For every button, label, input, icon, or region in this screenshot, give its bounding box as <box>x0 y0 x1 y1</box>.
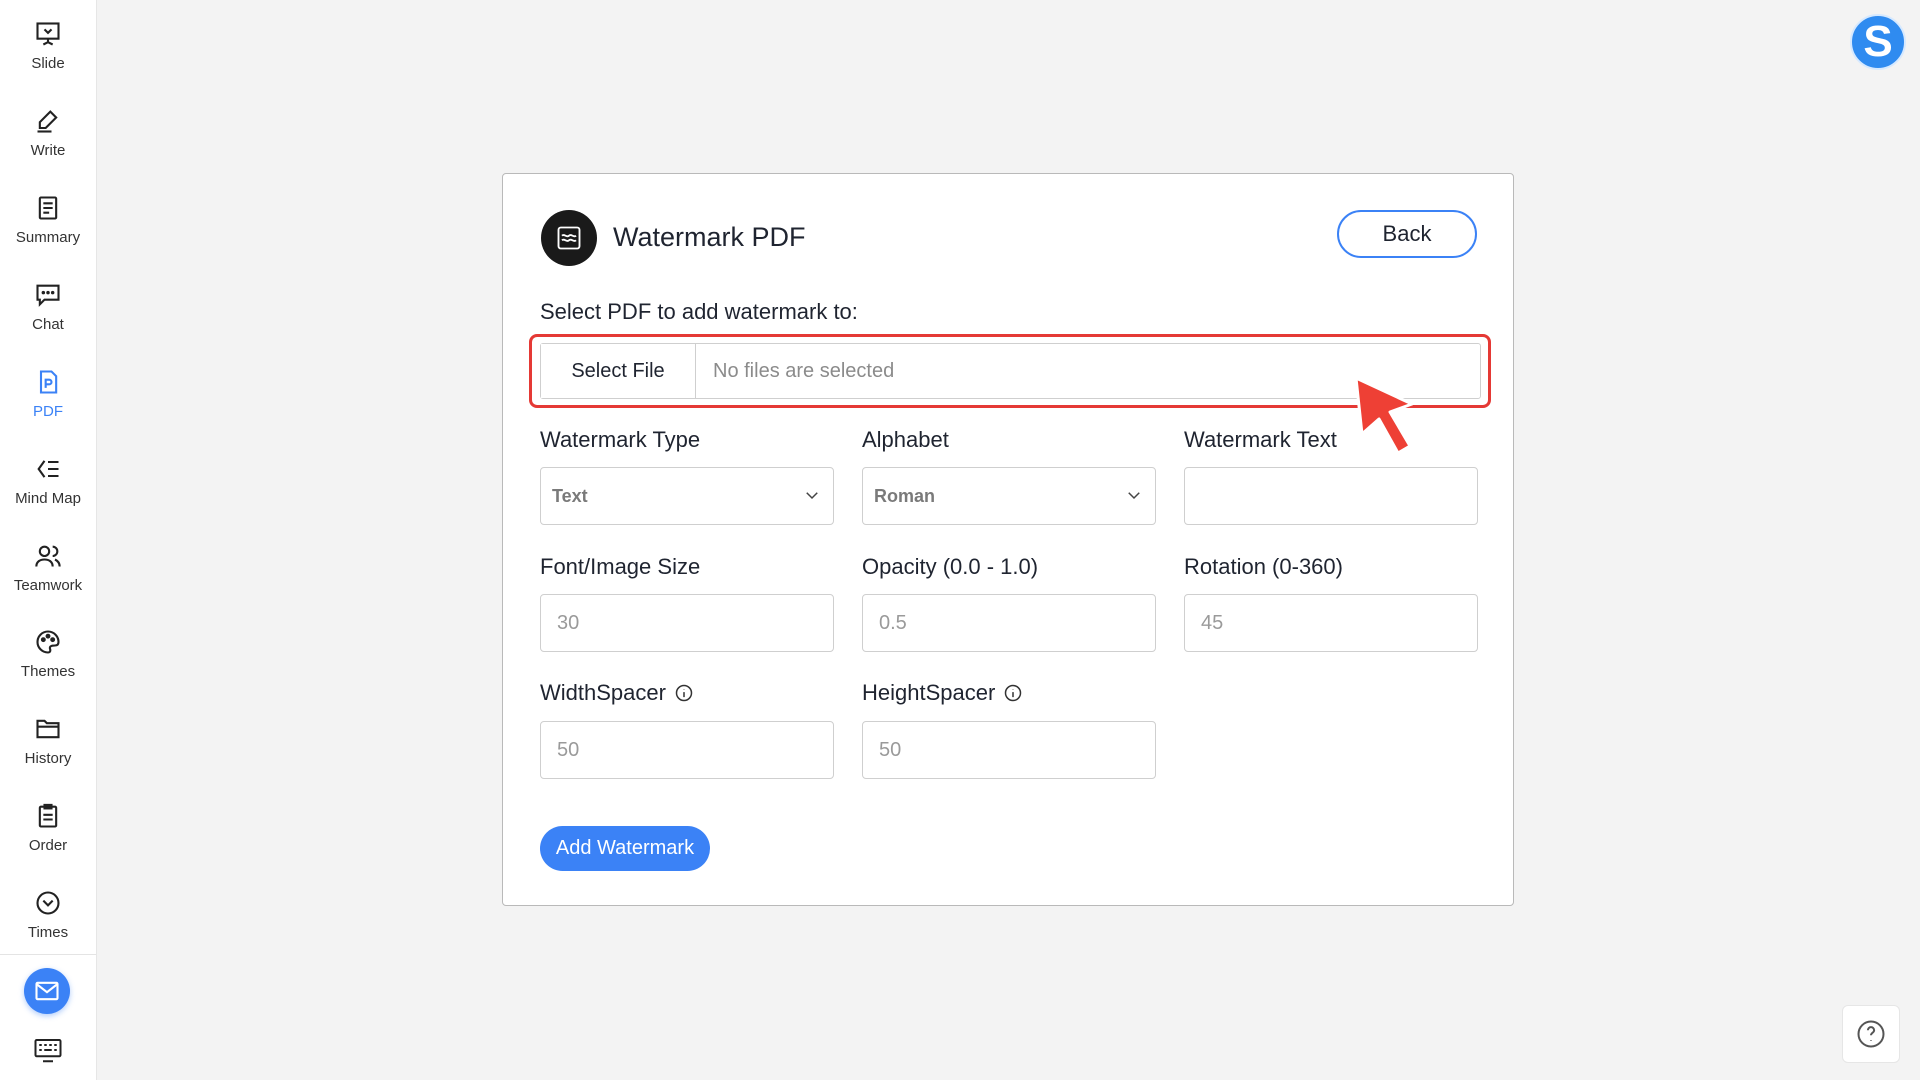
sidebar-item-label: Times <box>27 924 69 941</box>
sidebar-item-label: Order <box>28 837 68 854</box>
mindmap-icon <box>37 460 59 478</box>
width-spacer-label: WidthSpacer <box>540 680 694 706</box>
sidebar-item-pdf[interactable]: PDF <box>0 362 96 442</box>
document-icon <box>38 196 58 220</box>
chevron-down-icon <box>806 492 818 500</box>
sidebar-item-label: Chat <box>32 316 64 333</box>
team-icon <box>35 545 61 567</box>
alphabet-label: Alphabet <box>862 427 949 452</box>
user-avatar[interactable]: S <box>1850 14 1906 70</box>
watermark-type-label: Watermark Type <box>540 427 701 452</box>
height-spacer-label-text: HeightSpacer <box>862 680 996 705</box>
sidebar-item-label: Mind Map <box>15 490 81 507</box>
sidebar-item-label: History <box>24 750 72 767</box>
height-spacer-input[interactable]: 50 <box>862 721 1156 779</box>
sidebar-divider <box>0 954 96 955</box>
sidebar-item-label: Teamwork <box>13 577 83 594</box>
sidebar-item-chat[interactable]: Chat <box>0 275 96 355</box>
image-wave-icon <box>557 226 581 250</box>
sidebar: Slide Write Summary Chat PDF Mind Map Te… <box>0 0 97 1080</box>
watermark-card: Watermark PDF Back Select PDF to add wat… <box>502 173 1514 906</box>
keyboard-icon[interactable] <box>33 1035 63 1065</box>
sidebar-item-label: Summary <box>15 229 81 246</box>
chevron-circle-icon <box>36 891 60 915</box>
alphabet-select[interactable]: Roman <box>862 467 1156 525</box>
font-size-label: Font/Image Size <box>540 554 701 579</box>
add-watermark-button[interactable]: Add Watermark <box>540 826 710 871</box>
select-file-button[interactable]: Select File <box>541 344 696 398</box>
sidebar-item-slide[interactable]: Slide <box>0 14 96 94</box>
file-status-text: No files are selected <box>713 359 895 382</box>
chat-icon <box>36 284 60 307</box>
sidebar-item-history[interactable]: History <box>0 709 96 789</box>
avatar-letter: S <box>1863 17 1893 66</box>
sidebar-item-label: Slide <box>31 55 65 72</box>
sidebar-item-write[interactable]: Write <box>0 101 96 181</box>
watermark-type-select[interactable]: Text <box>540 467 834 525</box>
sidebar-item-order[interactable]: Order <box>0 796 96 876</box>
rotation-input[interactable]: 45 <box>1184 594 1478 652</box>
page-title: Watermark PDF <box>613 222 806 252</box>
sidebar-item-mind-map[interactable]: Mind Map <box>0 449 96 529</box>
width-spacer-input[interactable]: 50 <box>540 721 834 779</box>
sidebar-item-themes[interactable]: Themes <box>0 622 96 702</box>
width-spacer-label-text: WidthSpacer <box>540 680 666 705</box>
watermark-tool-icon <box>541 210 597 266</box>
palette-icon <box>36 630 60 654</box>
chevron-down-icon <box>1128 492 1140 500</box>
info-icon[interactable] <box>674 683 694 703</box>
height-spacer-label: HeightSpacer <box>862 680 1023 706</box>
mail-icon <box>35 981 59 1001</box>
presentation-icon <box>36 22 60 46</box>
question-icon <box>1857 1020 1885 1048</box>
sidebar-item-times[interactable]: Times <box>0 883 96 963</box>
rotation-label: Rotation (0-360) <box>1184 554 1343 579</box>
opacity-input[interactable]: 0.5 <box>862 594 1156 652</box>
font-size-input[interactable]: 30 <box>540 594 834 652</box>
clipboard-icon <box>38 803 58 828</box>
select-pdf-label: Select PDF to add watermark to: <box>540 299 858 324</box>
watermark-type-value: Text <box>552 485 588 506</box>
file-input[interactable]: Select File No files are selected <box>540 343 1481 399</box>
back-button[interactable]: Back <box>1337 210 1477 258</box>
folder-icon <box>36 719 60 739</box>
sidebar-item-summary[interactable]: Summary <box>0 188 96 268</box>
pdf-icon <box>39 370 58 394</box>
watermark-text-label: Watermark Text <box>1184 427 1337 452</box>
sidebar-item-label: Themes <box>20 663 76 680</box>
opacity-label: Opacity (0.0 - 1.0) <box>862 554 1039 579</box>
sidebar-item-label: PDF <box>33 403 63 420</box>
alphabet-value: Roman <box>874 485 936 506</box>
info-icon[interactable] <box>1003 683 1023 703</box>
cursor-arrow-icon <box>1354 376 1414 455</box>
help-button[interactable] <box>1842 1005 1900 1063</box>
pen-icon <box>37 110 58 133</box>
sidebar-item-label: Write <box>30 142 66 159</box>
sidebar-item-teamwork[interactable]: Teamwork <box>0 536 96 616</box>
mail-button[interactable] <box>24 968 70 1014</box>
watermark-text-input[interactable] <box>1184 467 1478 525</box>
